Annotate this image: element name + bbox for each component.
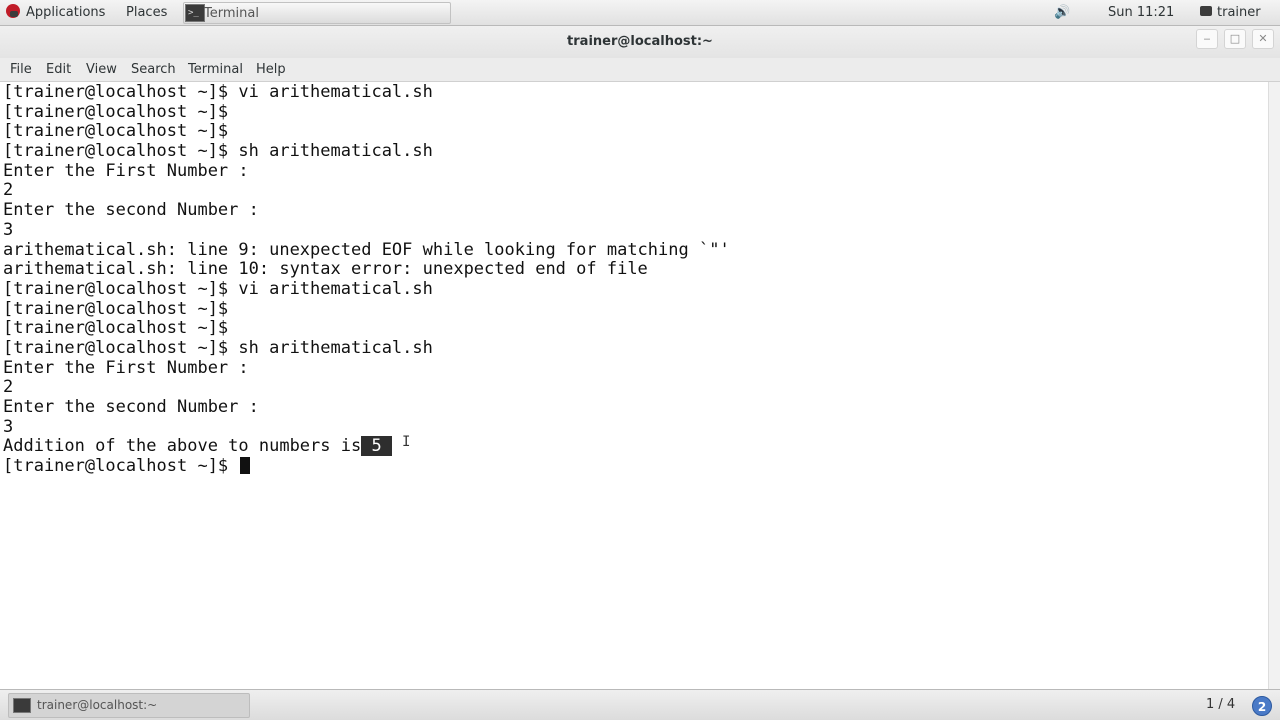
- terminal-line: 3: [3, 219, 14, 240]
- result-value-selected: 5: [361, 436, 392, 457]
- user-icon: [1200, 6, 1212, 16]
- terminal-line: [trainer@localhost ~]$ sh arithematical.…: [3, 337, 433, 358]
- terminal-result-line: Addition of the above to numbers is 5: [3, 436, 730, 457]
- terminal-line: 3: [3, 416, 14, 437]
- bottom-panel: trainer@localhost:~ 1 / 4 2: [0, 689, 1280, 720]
- terminal-line: 2: [3, 377, 14, 398]
- top-panel: Applications Places Terminal 🔊 Sun 11:21…: [0, 0, 1280, 26]
- ibeam-cursor-icon: I: [402, 434, 411, 450]
- workspace-indicator[interactable]: 1 / 4: [1206, 690, 1235, 720]
- clock[interactable]: Sun 11:21: [1108, 0, 1174, 26]
- terminal-prompt-line: [trainer@localhost ~]$: [3, 456, 730, 476]
- menu-terminal[interactable]: Terminal: [188, 58, 243, 82]
- text-cursor: [240, 457, 251, 475]
- taskbar-terminal-label: Terminal: [204, 6, 259, 21]
- terminal-scrollbar[interactable]: [1268, 82, 1280, 689]
- places-menu[interactable]: Places: [126, 0, 167, 26]
- minimize-button[interactable]: ‒: [1196, 29, 1218, 49]
- window-title: trainer@localhost:~: [567, 34, 713, 49]
- terminal-line: Enter the First Number :: [3, 160, 249, 181]
- terminal-icon: [185, 2, 205, 24]
- terminal-area[interactable]: [trainer@localhost ~]$ vi arithematical.…: [0, 82, 1268, 689]
- menu-view[interactable]: View: [86, 58, 117, 82]
- terminal-line: [trainer@localhost ~]$: [3, 318, 229, 339]
- volume-icon[interactable]: 🔊: [1054, 0, 1070, 26]
- terminal-line: [trainer@localhost ~]$: [3, 101, 229, 122]
- window-titlebar[interactable]: trainer@localhost:~ ‒ □ ✕: [0, 26, 1280, 58]
- window-list-label: trainer@localhost:~: [37, 698, 158, 712]
- window-list-terminal[interactable]: trainer@localhost:~: [8, 693, 250, 718]
- terminal-line: [trainer@localhost ~]$ vi arithematical.…: [3, 278, 433, 299]
- menu-search[interactable]: Search: [131, 58, 176, 82]
- terminal-line: Enter the second Number :: [3, 200, 259, 221]
- terminal-line: [trainer@localhost ~]$ sh arithematical.…: [3, 141, 433, 162]
- result-prefix: Addition of the above to numbers is: [3, 436, 362, 457]
- terminal-line: arithematical.sh: line 10: syntax error:…: [3, 259, 648, 280]
- terminal-line: [trainer@localhost ~]$: [3, 298, 229, 319]
- terminal-line: [trainer@localhost ~]$: [3, 121, 229, 142]
- menu-edit[interactable]: Edit: [46, 58, 71, 82]
- terminal-line: arithematical.sh: line 9: unexpected EOF…: [3, 239, 730, 260]
- menu-bar: File Edit View Search Terminal Help: [0, 58, 1280, 82]
- terminal-line: 2: [3, 180, 14, 201]
- menu-file[interactable]: File: [10, 58, 32, 82]
- applications-menu[interactable]: Applications: [6, 0, 105, 26]
- terminal-line: Enter the second Number :: [3, 397, 259, 417]
- menu-help[interactable]: Help: [256, 58, 286, 82]
- user-label: trainer: [1217, 5, 1261, 20]
- user-menu[interactable]: trainer: [1200, 0, 1261, 26]
- taskbar-terminal-button[interactable]: Terminal: [183, 2, 451, 24]
- terminal-line: Enter the First Number :: [3, 357, 249, 378]
- terminal-icon: [13, 698, 31, 713]
- terminal-output: [trainer@localhost ~]$ vi arithematical.…: [3, 82, 730, 476]
- workspace-switcher-icon[interactable]: 2: [1252, 696, 1272, 716]
- maximize-button[interactable]: □: [1224, 29, 1246, 49]
- fedora-logo-icon: [6, 4, 20, 18]
- close-button[interactable]: ✕: [1252, 29, 1274, 49]
- prompt: [trainer@localhost ~]$: [3, 456, 239, 477]
- terminal-line: [trainer@localhost ~]$ vi arithematical.…: [3, 82, 433, 102]
- applications-label: Applications: [26, 5, 106, 20]
